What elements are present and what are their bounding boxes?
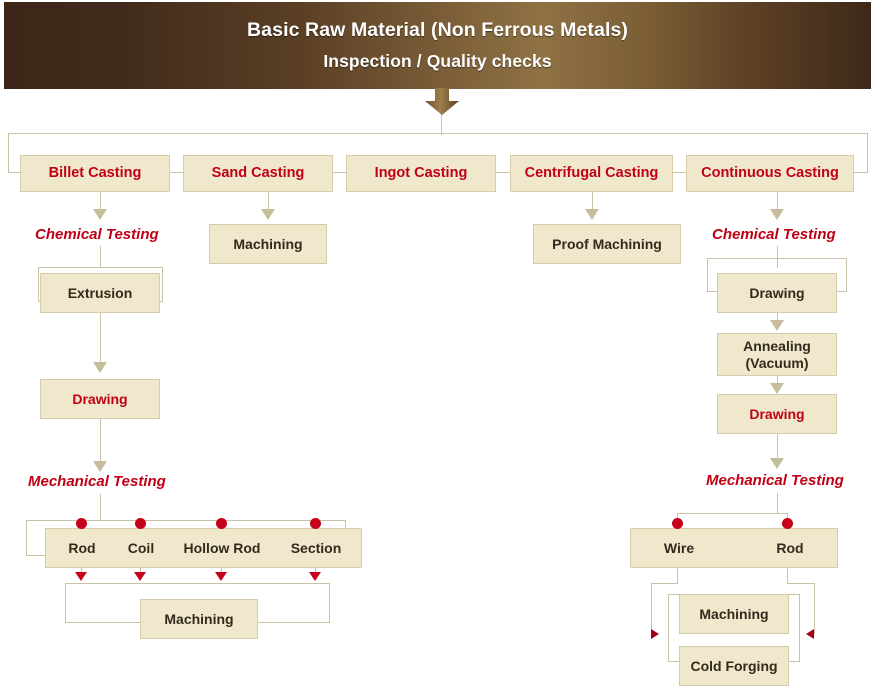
red-down-arrow-icon-coil — [134, 572, 146, 581]
node-machining-sand[interactable]: Machining — [209, 224, 327, 264]
node-label: Ingot Casting — [374, 165, 468, 182]
extrusion-to-drawing-line — [100, 313, 101, 365]
billet-chemical-arrow-icon — [93, 209, 107, 220]
red-right-arrow-icon — [651, 629, 659, 639]
node-continuous-casting[interactable]: Continuous Casting — [686, 155, 854, 192]
output-label-hollow-rod: Hollow Rod — [183, 540, 261, 556]
branch-dot-icon-hollow-rod — [216, 518, 227, 529]
caption-chemical-testing-continuous: Chemical Testing — [712, 226, 836, 243]
drawing-to-mechanical-line — [100, 419, 101, 464]
node-label: Proof Machining — [552, 235, 662, 252]
flowchart-canvas: Basic Raw Material (Non Ferrous Metals) … — [0, 0, 875, 700]
node-label-line1: Annealing — [743, 338, 811, 355]
node-label: Machining — [233, 235, 303, 252]
chemical-to-extrusion-line — [100, 246, 101, 268]
node-label: Cold Forging — [690, 657, 778, 674]
red-down-arrow-icon-rod — [75, 572, 87, 581]
sand-machining-arrow-icon — [261, 209, 275, 220]
node-extrusion[interactable]: Extrusion — [40, 273, 160, 313]
node-annealing-vacuum[interactable]: Annealing (Vacuum) — [717, 333, 837, 376]
node-drawing-continuous-1[interactable]: Drawing — [717, 273, 837, 313]
branch-dot-icon-wire — [672, 518, 683, 529]
mechanical-to-wire-rod-line — [777, 493, 778, 514]
output-label-rod: Rod — [776, 540, 804, 556]
node-label: Machining — [164, 610, 234, 627]
node-billet-casting[interactable]: Billet Casting — [20, 155, 170, 192]
page-title: Basic Raw Material (Non Ferrous Metals) — [247, 19, 628, 41]
node-label: Continuous Casting — [701, 165, 839, 182]
node-sand-casting[interactable]: Sand Casting — [183, 155, 333, 192]
node-label: Sand Casting — [211, 165, 305, 182]
caption-mechanical-testing-continuous: Mechanical Testing — [706, 472, 844, 489]
centrifugal-proof-arrow-icon — [585, 209, 599, 220]
continuous-mechanical-arrow-icon — [770, 458, 784, 469]
branch-dot-icon-section — [310, 518, 321, 529]
caption-mechanical-testing-billet: Mechanical Testing — [28, 473, 166, 490]
continuous-chemical-arrow-icon — [770, 209, 784, 220]
billet-drawing-arrow-icon — [93, 362, 107, 373]
header-banner: Basic Raw Material (Non Ferrous Metals) … — [4, 2, 871, 89]
node-billet-outputs[interactable]: Rod Coil Hollow Rod Section — [45, 528, 362, 568]
caption-chemical-testing-billet: Chemical Testing — [35, 226, 159, 243]
rod-right-line — [787, 583, 814, 584]
node-label: Centrifugal Casting — [524, 165, 659, 182]
branch-dot-icon-rod-right — [782, 518, 793, 529]
red-down-arrow-icon-hollow-rod — [215, 572, 227, 581]
node-label: Drawing — [749, 284, 805, 301]
node-cold-forging[interactable]: Cold Forging — [679, 646, 789, 686]
branch-dot-icon-rod — [76, 518, 87, 529]
node-machining-billet[interactable]: Machining — [140, 599, 258, 639]
node-label: Billet Casting — [48, 165, 142, 182]
wire-rod-distribution-line — [677, 513, 788, 514]
header-to-bracket-line — [441, 113, 442, 135]
output-label-rod: Rod — [68, 540, 96, 556]
node-machining-continuous[interactable]: Machining — [679, 594, 789, 634]
rod-down-line — [787, 568, 788, 584]
node-drawing-continuous-2[interactable]: Drawing — [717, 394, 837, 434]
annealing-arrow-icon — [770, 320, 784, 331]
red-left-arrow-icon — [806, 629, 814, 639]
node-proof-machining[interactable]: Proof Machining — [533, 224, 681, 264]
node-label-line2: (Vacuum) — [745, 354, 809, 371]
node-continuous-outputs[interactable]: Wire Rod — [630, 528, 838, 568]
rod-right-down-line — [814, 583, 815, 634]
node-drawing-billet[interactable]: Drawing — [40, 379, 160, 419]
drawing2-arrow-icon — [770, 383, 784, 394]
wire-down-line — [677, 568, 678, 584]
page-subtitle: Inspection / Quality checks — [323, 51, 552, 71]
node-label: Extrusion — [67, 284, 133, 301]
node-ingot-casting[interactable]: Ingot Casting — [346, 155, 496, 192]
output-label-coil: Coil — [127, 540, 155, 556]
mechanical-to-outputs-line — [100, 494, 101, 521]
wire-left-line — [651, 583, 678, 584]
header-flow-arrow-icon — [425, 88, 459, 115]
node-label: Drawing — [72, 390, 128, 407]
wire-left-down-line — [651, 583, 652, 634]
output-label-wire: Wire — [663, 540, 695, 556]
node-label: Drawing — [749, 405, 805, 422]
node-centrifugal-casting[interactable]: Centrifugal Casting — [510, 155, 673, 192]
billet-mechanical-arrow-icon — [93, 461, 107, 472]
node-label: Machining — [699, 605, 769, 622]
red-down-arrow-icon-section — [309, 572, 321, 581]
output-label-section: Section — [290, 540, 342, 556]
branch-dot-icon-coil — [135, 518, 146, 529]
